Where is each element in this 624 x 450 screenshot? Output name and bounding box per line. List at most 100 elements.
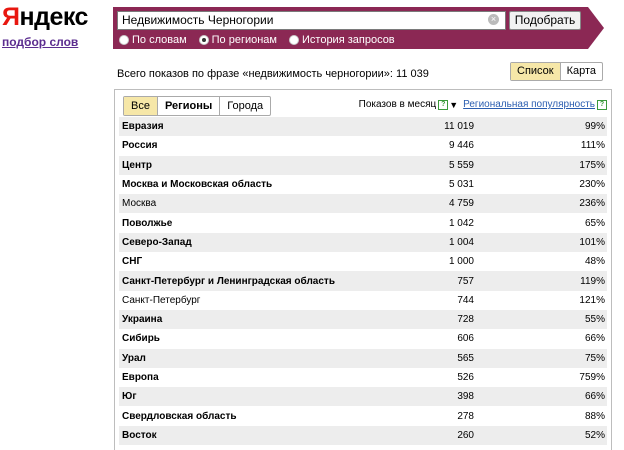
regions-table: Евразия 11 019 99% Россия 9 446 111% Центр 5 55…: [119, 117, 607, 446]
region-name[interactable]: Северо-Запад: [119, 232, 342, 253]
shows-count: 1 042: [448, 217, 474, 229]
search-input[interactable]: Недвижимость Черногории: [117, 11, 506, 30]
tab-cities[interactable]: Города: [220, 97, 270, 115]
sort-desc-icon[interactable]: ▼: [449, 100, 458, 110]
region-name[interactable]: Урал: [119, 348, 342, 368]
popularity-value: 48%: [584, 256, 605, 268]
popularity-value: 759%: [579, 372, 605, 383]
table-row: Россия 9 446 111%: [119, 136, 607, 155]
region-name[interactable]: Восток: [119, 425, 342, 446]
popularity-value: 119%: [474, 271, 607, 291]
wordstat-link[interactable]: подбор слов: [2, 35, 78, 49]
shows-count: 526: [457, 372, 474, 383]
shows-count: 728: [342, 309, 474, 330]
column-headers: Показов в месяц ? ▼ Региональная популяр…: [359, 99, 607, 110]
popularity-value: 88%: [584, 410, 605, 422]
shows-count: 398: [342, 387, 474, 407]
search-bar: Недвижимость Черногории × Подобрать По с…: [113, 7, 604, 49]
radio-by-words[interactable]: По словам: [119, 34, 187, 46]
popularity-value: 66%: [584, 333, 605, 345]
shows-count: 1 000: [448, 256, 474, 268]
table-row: Европа 526 759%: [119, 368, 607, 387]
popularity-value: 75%: [474, 348, 607, 368]
tab-regions[interactable]: Регионы: [158, 97, 221, 115]
region-name[interactable]: Санкт-Петербург: [119, 291, 342, 310]
region-name[interactable]: Москва: [119, 194, 342, 214]
region-name[interactable]: Москва и Московская область: [119, 175, 342, 194]
region-name[interactable]: СНГ: [119, 252, 342, 271]
radio-history[interactable]: История запросов: [289, 34, 395, 46]
radio-label: По регионам: [211, 34, 277, 46]
region-name[interactable]: Евразия: [119, 117, 342, 137]
table-row: Санкт-Петербург и Ленинградская область 7…: [119, 271, 607, 291]
region-tabs: Все Регионы Города: [123, 96, 272, 116]
tab-all[interactable]: Все: [124, 97, 158, 115]
shows-count: 565: [342, 348, 474, 368]
total-shows-text: Всего показов по фразе «недвижимость чер…: [117, 68, 429, 80]
table-row: Сибирь 606 66%: [119, 329, 607, 348]
clear-icon[interactable]: ×: [488, 14, 499, 25]
table-row: Урал 565 75%: [119, 348, 607, 368]
popularity-value: 99%: [474, 117, 607, 137]
shows-column-header: Показов в месяц: [358, 99, 437, 110]
popularity-value: 111%: [580, 140, 605, 152]
logo-first-letter: Я: [2, 3, 20, 31]
table-row: Свердловская область 278 88%: [119, 406, 607, 425]
region-name[interactable]: Поволжье: [119, 213, 342, 232]
table-row: Центр 5 559 175%: [119, 155, 607, 175]
popularity-value: 55%: [474, 309, 607, 330]
shows-count: 757: [342, 271, 474, 291]
popularity-value: 65%: [584, 217, 605, 229]
popularity-value: 236%: [474, 194, 607, 214]
table-row: Москва 4 759 236%: [119, 194, 607, 214]
table-row: Москва и Московская область 5 031 230%: [119, 175, 607, 194]
logo-rest: ндекс: [19, 3, 88, 31]
results-panel: Все Регионы Города Показов в месяц ? ▼ Р…: [114, 89, 612, 450]
region-name[interactable]: Центр: [119, 155, 342, 175]
view-toggle: Список Карта: [510, 62, 604, 81]
table-row: Юг 398 66%: [119, 387, 607, 407]
shows-count: 606: [457, 333, 474, 345]
table-row: Восток 260 52%: [119, 425, 607, 446]
view-list-button[interactable]: Список: [511, 63, 561, 80]
shows-count: 5 031: [448, 179, 474, 191]
shows-count: 4 759: [342, 194, 474, 214]
help-icon[interactable]: ?: [438, 99, 449, 110]
popularity-value: 66%: [474, 387, 607, 407]
radio-dot-icon: [119, 35, 129, 45]
table-row: Поволжье 1 042 65%: [119, 213, 607, 232]
table-row: Украина 728 55%: [119, 309, 607, 330]
radio-label: По словам: [132, 34, 187, 46]
table-row: Санкт-Петербург 744 121%: [119, 291, 607, 310]
region-name[interactable]: Россия: [119, 136, 342, 155]
shows-count: 1 004: [342, 232, 474, 253]
search-mode-radios: По словам По регионам История запросов: [119, 34, 395, 46]
radio-label: История запросов: [302, 34, 395, 46]
popularity-column-header[interactable]: Региональная популярность: [463, 99, 595, 110]
shows-count: 744: [457, 294, 474, 306]
table-row: СНГ 1 000 48%: [119, 252, 607, 271]
region-name[interactable]: Санкт-Петербург и Ленинградская область: [119, 271, 342, 291]
radio-dot-icon: [289, 35, 299, 45]
view-map-button[interactable]: Карта: [561, 63, 602, 80]
region-name[interactable]: Юг: [119, 387, 342, 407]
region-name[interactable]: Европа: [119, 368, 342, 387]
shows-count: 260: [342, 425, 474, 446]
help-icon[interactable]: ?: [597, 99, 607, 110]
table-row: Евразия 11 019 99%: [119, 117, 607, 137]
region-name[interactable]: Сибирь: [119, 329, 342, 348]
region-name[interactable]: Украина: [119, 309, 342, 330]
popularity-value: 230%: [579, 179, 605, 191]
shows-count: 9 446: [448, 140, 474, 152]
table-row: Северо-Запад 1 004 101%: [119, 232, 607, 253]
yandex-logo[interactable]: Яндекс: [2, 3, 88, 31]
submit-button[interactable]: Подобрать: [509, 11, 581, 30]
radio-by-regions[interactable]: По регионам: [198, 34, 277, 46]
popularity-value: 101%: [474, 232, 607, 253]
shows-count: 278: [457, 410, 474, 422]
radio-dot-icon: [198, 35, 209, 45]
shows-count: 5 559: [342, 155, 474, 175]
region-name[interactable]: Свердловская область: [119, 406, 342, 425]
popularity-value: 52%: [474, 425, 607, 446]
popularity-value: 121%: [579, 294, 605, 306]
